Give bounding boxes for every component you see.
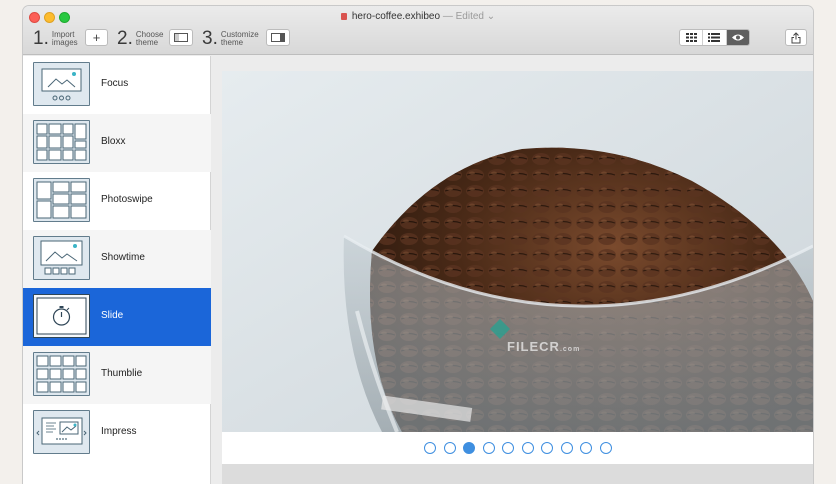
theme-label: Impress [101, 426, 137, 437]
step-choose-theme: 2. Choose theme [117, 28, 176, 50]
titlebar: hero-coffee.exhibeo — Edited ⌄ 1. Import… [23, 6, 813, 55]
step-number: 3. [202, 28, 218, 49]
list-view-icon[interactable] [703, 30, 727, 45]
theme-item-bloxx[interactable]: Bloxx [23, 114, 211, 172]
slide-dot[interactable] [580, 442, 592, 454]
slide-dot[interactable] [560, 442, 573, 454]
inspector-toggle-icon [271, 33, 285, 42]
document-title: hero-coffee.exhibeo — Edited ⌄ [23, 11, 813, 22]
app-window: hero-coffee.exhibeo — Edited ⌄ 1. Import… [23, 6, 813, 484]
chevron-down-icon[interactable]: ⌄ [487, 11, 495, 22]
slide-dot[interactable] [443, 442, 456, 454]
coffee-beans-photo[interactable]: FILECR.com [222, 71, 813, 432]
theme-sidebar: Focus Bloxx Photoswipe Showtime Slide Th… [23, 56, 211, 484]
step-number: 2. [117, 28, 133, 49]
theme-label: Bloxx [101, 136, 126, 147]
step-label: Customize theme [220, 30, 259, 47]
theme-label: Thumblie [101, 368, 143, 379]
step-import-images: 1. Import images [33, 28, 92, 50]
slide-dot[interactable] [521, 442, 534, 454]
edited-status[interactable]: — Edited [443, 11, 484, 22]
slide-dot[interactable] [424, 442, 436, 454]
theme-item-slide[interactable]: Slide [23, 288, 211, 346]
slide-dots [222, 432, 813, 464]
showtime-theme-icon [33, 236, 90, 280]
theme-label: Showtime [101, 252, 145, 263]
slide-dot[interactable] [482, 442, 495, 454]
focus-theme-icon [33, 62, 90, 106]
theme-item-showtime[interactable]: Showtime [23, 230, 211, 288]
document-filename: hero-coffee.exhibeo [351, 11, 441, 22]
slide-dot[interactable] [599, 442, 612, 454]
share-icon [791, 31, 801, 43]
theme-label: Focus [101, 78, 129, 89]
photoswipe-theme-icon [33, 178, 90, 222]
thumblie-theme-icon [33, 352, 90, 396]
add-images-button[interactable]: + [85, 29, 108, 46]
slide-dot[interactable] [541, 442, 553, 454]
theme-label: Photoswipe [101, 194, 153, 205]
preview-area: FILECR.com [212, 56, 813, 484]
slide-dot[interactable] [502, 442, 514, 454]
bloxx-theme-icon [33, 120, 90, 164]
watermark: FILECR.com [507, 339, 581, 354]
share-button[interactable] [785, 29, 807, 46]
slide-theme-icon [33, 294, 90, 338]
preview-eye-icon[interactable] [726, 30, 749, 45]
document-icon [340, 12, 347, 20]
theme-item-photoswipe[interactable]: Photoswipe [23, 172, 211, 230]
impress-theme-icon [33, 410, 90, 454]
step-number: 1. [33, 28, 49, 49]
step-customize-theme: 3. Customize theme [202, 28, 261, 50]
theme-label: Slide [101, 310, 124, 321]
customize-theme-button[interactable] [266, 29, 290, 46]
preview-footer [222, 464, 813, 484]
theme-item-thumblie[interactable]: Thumblie [23, 346, 211, 404]
theme-item-focus[interactable]: Focus [23, 56, 211, 114]
theme-item-impress[interactable]: Impress [23, 404, 211, 462]
sidebar-toggle-icon [174, 33, 188, 42]
grid-view-icon[interactable] [680, 30, 704, 45]
view-mode-control [679, 29, 750, 46]
slide-dot[interactable] [463, 442, 475, 454]
choose-theme-button[interactable] [169, 29, 193, 46]
